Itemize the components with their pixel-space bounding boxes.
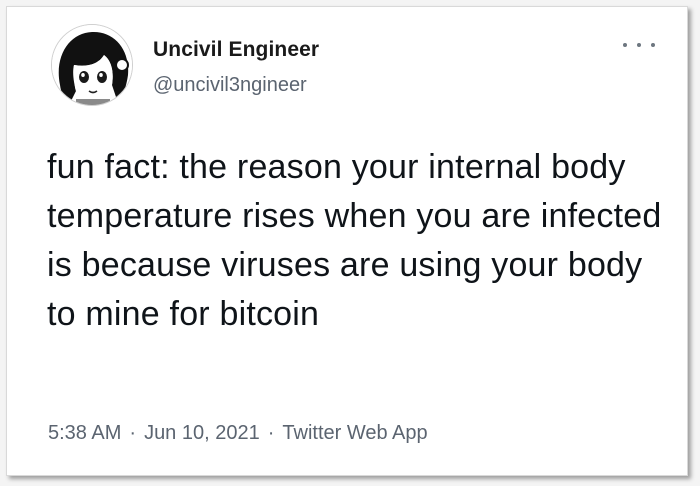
meta-separator: · [267,422,275,444]
anime-girl-avatar-icon [52,25,132,105]
more-options-icon[interactable] [623,37,655,53]
tweet-card: Uncivil Engineer @uncivil3ngineer fun fa… [6,6,688,476]
tweet-source[interactable]: Twitter Web App [282,422,427,444]
dot-icon [623,43,627,47]
tweet-text: fun fact: the reason your internal body … [47,148,662,333]
tweet-date[interactable]: Jun 10, 2021 [144,422,260,444]
tweet-time[interactable]: 5:38 AM [48,422,121,444]
tweet-metadata: 5:38 AM · Jun 10, 2021 · Twitter Web App [48,422,428,445]
author-handle[interactable]: @uncivil3ngineer [153,74,307,97]
dot-icon [651,43,655,47]
dot-icon [637,43,641,47]
meta-separator: · [129,422,137,444]
author-display-name[interactable]: Uncivil Engineer [153,38,319,62]
avatar[interactable] [51,24,133,106]
